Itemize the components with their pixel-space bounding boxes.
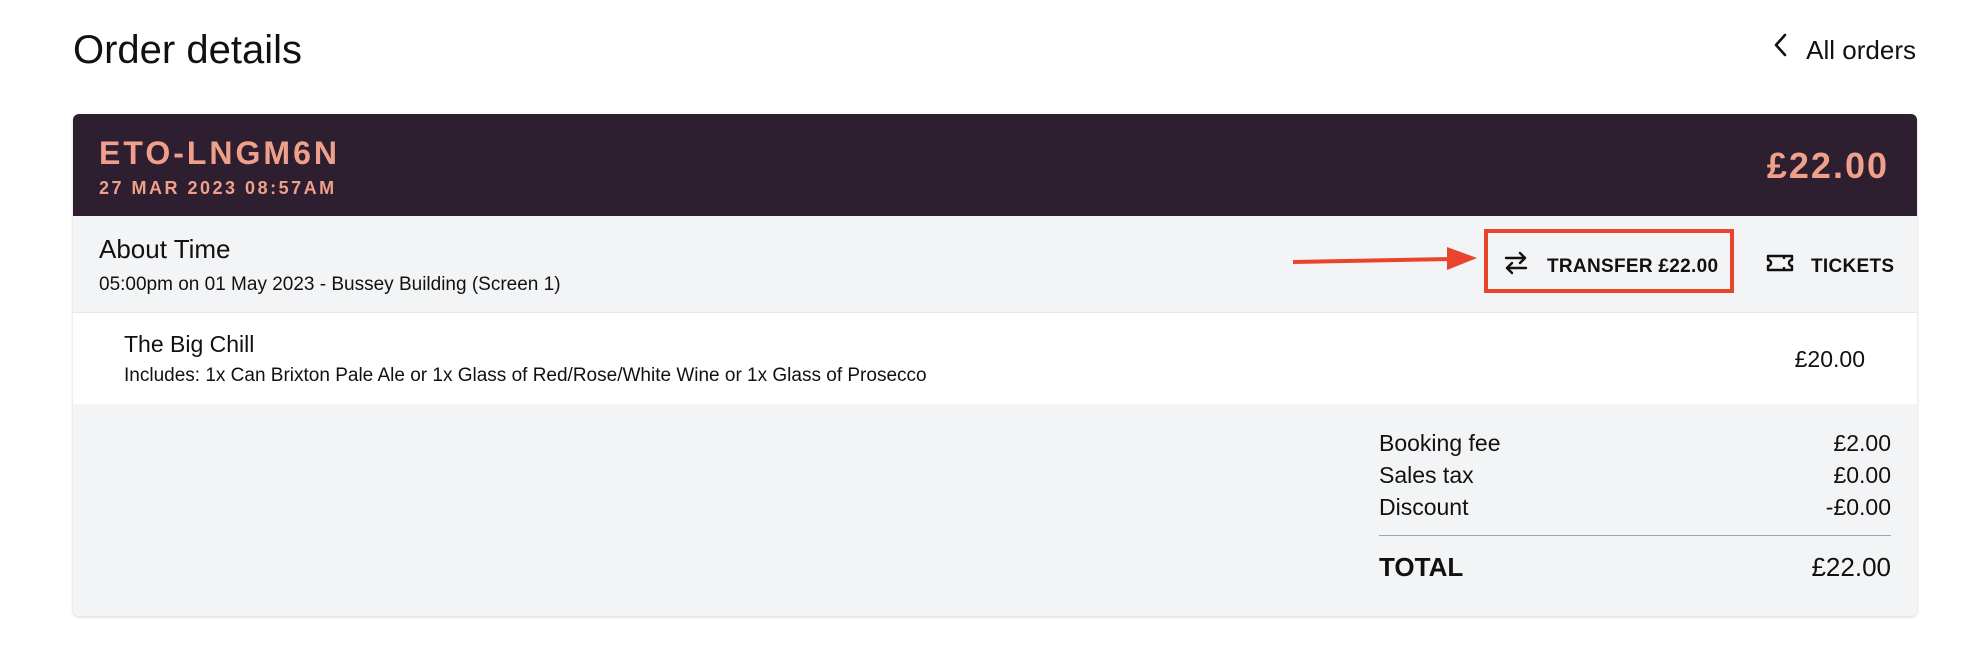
line-item-row: The Big Chill Includes: 1x Can Brixton P…: [73, 313, 1917, 404]
page-title: Order details: [73, 28, 302, 72]
summary-label: Discount: [1379, 494, 1469, 520]
all-orders-link[interactable]: All orders: [1770, 30, 1916, 70]
summary-row-sales-tax: Sales tax £0.00: [1379, 459, 1891, 491]
swap-arrows-icon: [1501, 248, 1531, 285]
ticket-icon: [1765, 248, 1795, 285]
transfer-button[interactable]: TRANSFER £22.00: [1501, 248, 1718, 285]
total-value: £22.00: [1811, 552, 1891, 582]
summary-row-booking-fee: Booking fee £2.00: [1379, 427, 1891, 459]
summary-total-row: TOTAL £22.00: [1379, 550, 1891, 584]
order-card: ETO-LNGM6N 27 MAR 2023 08:57AM £22.00 Ab…: [73, 114, 1917, 616]
line-item-price: £20.00: [1794, 346, 1865, 372]
tickets-label: TICKETS: [1811, 255, 1895, 277]
order-details-page: Order details All orders ETO-LNGM6N 27 M…: [0, 0, 1988, 672]
summary-value: -£0.00: [1825, 494, 1891, 520]
line-item-description: Includes: 1x Can Brixton Pale Ale or 1x …: [124, 365, 927, 386]
order-id: ETO-LNGM6N: [99, 135, 340, 171]
order-header: ETO-LNGM6N 27 MAR 2023 08:57AM £22.00: [73, 114, 1917, 216]
total-label: TOTAL: [1379, 552, 1464, 582]
annotation-arrow-icon: [1292, 247, 1477, 270]
event-row: About Time 05:00pm on 01 May 2023 - Buss…: [73, 216, 1917, 313]
chevron-left-icon: [1770, 30, 1792, 70]
tickets-button[interactable]: TICKETS: [1765, 248, 1894, 285]
line-item-title: The Big Chill: [124, 331, 255, 357]
event-details: 05:00pm on 01 May 2023 - Bussey Building…: [99, 274, 561, 295]
event-title: About Time: [99, 234, 231, 264]
summary-value: £2.00: [1833, 430, 1891, 456]
order-date: 27 MAR 2023 08:57AM: [99, 178, 337, 198]
summary-row-discount: Discount -£0.00: [1379, 491, 1891, 523]
order-summary: Booking fee £2.00 Sales tax £0.00 Discou…: [1379, 427, 1891, 584]
summary-label: Sales tax: [1379, 462, 1474, 488]
summary-label: Booking fee: [1379, 430, 1501, 456]
all-orders-label: All orders: [1806, 35, 1916, 65]
summary-divider: [1379, 535, 1891, 536]
summary-value: £0.00: [1833, 462, 1891, 488]
transfer-label: TRANSFER £22.00: [1547, 255, 1719, 277]
order-total: £22.00: [1766, 145, 1889, 186]
